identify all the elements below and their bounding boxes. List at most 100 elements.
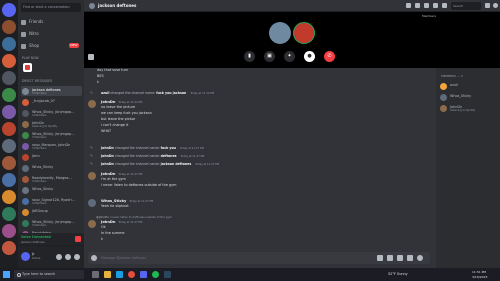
dm-item[interactable]: sauz_Marques, JohnDn 3 Members — [21, 141, 82, 151]
dm-subtitle: Listening to Spotify — [32, 124, 58, 128]
server-icon[interactable] — [2, 207, 16, 221]
member-item[interactable]: azuli — [439, 81, 497, 91]
reply-preview[interactable]: @JohnDn i never listen to deftones outsi… — [96, 215, 172, 219]
find-conversation-input[interactable]: Find or start a conversation — [21, 3, 81, 12]
server-icon[interactable] — [2, 139, 16, 153]
dm-name: Whos_Sticky — [32, 164, 54, 169]
shop-icon — [21, 43, 26, 49]
friends-nav[interactable]: Friends — [21, 17, 81, 26]
camera-icon[interactable]: ▮ — [244, 51, 255, 62]
task-view-icon[interactable] — [92, 271, 99, 278]
message-group: @JohnDn i never listen to deftones outsi… — [88, 215, 428, 245]
search-input[interactable]: Search — [451, 2, 481, 10]
steam-icon[interactable] — [164, 271, 171, 278]
dm-item[interactable]: _fcnjjacob_07 — [21, 97, 82, 107]
microphone-icon[interactable]: ● — [304, 51, 315, 62]
message-line: i never listen to deftones outside of th… — [101, 183, 177, 187]
file-explorer-icon[interactable] — [104, 271, 111, 278]
server-icon[interactable] — [2, 156, 16, 170]
dm-item[interactable]: jackson deftones 3 Members — [21, 86, 82, 96]
avatar[interactable] — [88, 100, 96, 108]
dm-item[interactable]: Whos_Sticky — [21, 163, 82, 173]
message-input[interactable]: Message @jackson deftones — [88, 252, 430, 264]
mute-icon[interactable] — [56, 254, 62, 260]
disconnect-icon[interactable] — [75, 236, 81, 242]
help-icon[interactable] — [493, 3, 498, 8]
gift-icon[interactable] — [377, 255, 383, 261]
server-icon[interactable] — [2, 88, 16, 102]
direct-messages-heading: DIRECT MESSAGES — [22, 79, 53, 83]
screenshare-icon[interactable]: ▣ — [264, 51, 275, 62]
headphones-icon[interactable] — [65, 254, 71, 260]
server-icon[interactable] — [2, 190, 16, 204]
gear-icon[interactable] — [74, 254, 80, 260]
dm-item[interactable]: sauz_Signar128, Ryadri... 4 Members — [21, 196, 82, 206]
clock-date[interactable]: 3/16/2023 — [472, 275, 487, 279]
edge-icon[interactable] — [116, 271, 123, 278]
dm-item[interactable]: Whos_Sticky, jbnjmgap... 4 Members — [21, 108, 82, 118]
message-line: k — [101, 237, 103, 241]
members-label: Members — [422, 14, 436, 18]
server-icon[interactable] — [2, 105, 16, 119]
nitro-nav[interactable]: Nitro — [21, 29, 81, 38]
add-member-icon[interactable] — [433, 3, 438, 8]
call-icon[interactable] — [406, 3, 411, 8]
weather-widget[interactable]: 52°F Sunny — [388, 268, 408, 281]
discord-icon[interactable] — [140, 271, 147, 278]
server-icon[interactable] — [2, 173, 16, 187]
apps-icon[interactable] — [407, 255, 413, 261]
dm-subtitle: 3 Members — [32, 223, 47, 227]
avatar[interactable] — [88, 220, 96, 228]
server-icon[interactable] — [2, 71, 16, 85]
dm-item[interactable]: JohnDn Listening to Spotify — [21, 119, 82, 129]
server-list — [0, 0, 18, 268]
avatar — [22, 87, 29, 95]
popout-icon[interactable] — [88, 54, 94, 60]
dm-item[interactable]: Roadykeedly, Margea... 4 Members — [21, 174, 82, 184]
dm-subtitle: 3 Members — [32, 146, 47, 150]
server-icon[interactable] — [2, 37, 16, 51]
sticker-icon[interactable] — [397, 255, 403, 261]
voice-call-area: Members ▮ ▣ ✦ ● ✆ — [84, 12, 500, 68]
message-group: Whos_Sticky Today at 11:27 PM Yeah he sli… — [88, 199, 428, 213]
system-message: ✎ JohnDn changed the channel name: defton… — [90, 154, 205, 158]
server-icon[interactable] — [2, 54, 16, 68]
chrome-icon[interactable] — [128, 271, 135, 278]
home-button[interactable] — [2, 3, 16, 17]
message-line: Yeah he slipknot — [101, 204, 129, 208]
message-author: JohnDn — [101, 220, 116, 224]
member-item[interactable]: JohnDn Listening to Spotify — [439, 103, 497, 113]
add-attachment-icon[interactable] — [91, 255, 97, 261]
video-icon[interactable] — [415, 3, 420, 8]
server-icon[interactable] — [2, 20, 16, 34]
activity-icon[interactable]: ✦ — [284, 51, 295, 62]
emoji-icon[interactable] — [417, 255, 423, 261]
shop-nav[interactable]: Shop NEW — [21, 41, 81, 50]
spotify-icon[interactable] — [152, 271, 159, 278]
avatar[interactable] — [21, 252, 30, 261]
server-icon[interactable] — [2, 241, 16, 255]
system-message: ✎ JohnDn changed the channel name: fuck y… — [90, 146, 204, 150]
message-time: Today at 11:27 PM — [118, 173, 143, 176]
hangup-icon[interactable]: ✆ — [324, 51, 335, 62]
server-icon[interactable] — [2, 224, 16, 238]
member-item[interactable]: Whos_Sticky — [439, 92, 497, 102]
dm-item[interactable]: Whos_Sticky, jbnjmgap... 3 Members — [21, 218, 82, 228]
call-participant-avatar[interactable] — [293, 22, 315, 44]
dm-item[interactable]: Whos_Sticky, jbnjmgap... 3 Members — [21, 130, 82, 140]
call-participant-avatar[interactable] — [269, 22, 291, 44]
dm-item[interactable]: jbRGroup — [21, 207, 82, 217]
taskbar-search[interactable]: Type here to search — [14, 270, 84, 279]
clock-time[interactable]: 11:51 PM — [472, 270, 486, 274]
start-icon[interactable] — [3, 271, 10, 278]
avatar[interactable] — [88, 172, 96, 180]
pin-icon[interactable] — [424, 3, 429, 8]
game-icon[interactable] — [23, 63, 32, 72]
inbox-icon[interactable] — [485, 3, 490, 8]
avatar[interactable] — [88, 199, 96, 207]
members-toggle-icon[interactable] — [442, 3, 447, 8]
server-icon[interactable] — [2, 122, 16, 136]
gif-icon[interactable] — [387, 255, 393, 261]
dm-item[interactable]: Whos_Sticky — [21, 185, 82, 195]
dm-item[interactable]: jbrm — [21, 152, 82, 162]
